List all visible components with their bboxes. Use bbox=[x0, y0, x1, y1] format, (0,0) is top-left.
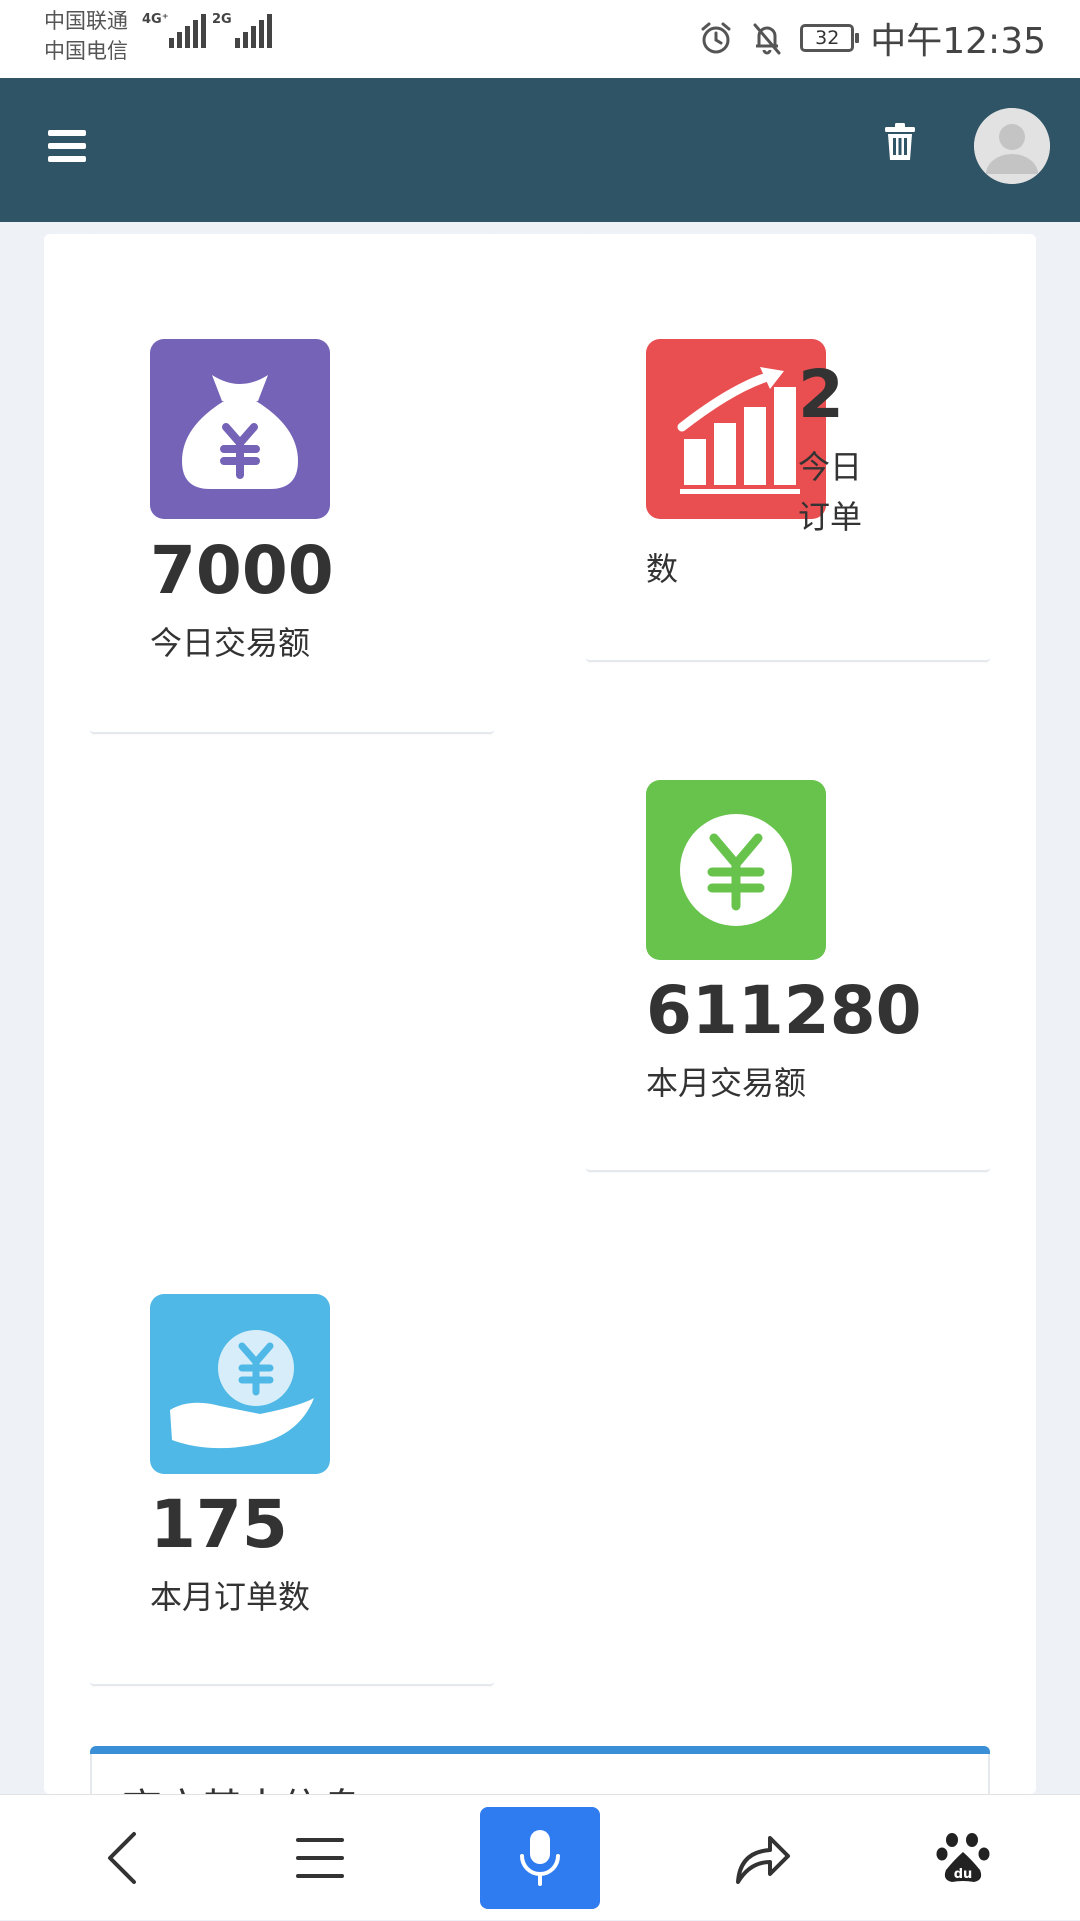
carrier-2: 中国电信 bbox=[44, 39, 128, 63]
app-header bbox=[0, 78, 1080, 222]
share-icon bbox=[736, 1836, 790, 1884]
stat-label-line-3: 数 bbox=[646, 550, 679, 588]
battery-icon: 32 bbox=[800, 24, 860, 52]
share-button[interactable] bbox=[702, 1795, 822, 1921]
money-bag-icon bbox=[150, 339, 330, 519]
stat-label-line-2: 订单 bbox=[798, 498, 863, 536]
baidu-paw-icon: du bbox=[936, 1833, 990, 1882]
stat-card-today-amount[interactable]: 7000 今日交易额 bbox=[90, 234, 494, 734]
back-icon bbox=[108, 1832, 136, 1884]
stat-card-today-orders[interactable]: 2 今日 订单 数 bbox=[586, 234, 990, 662]
stat-card-month-orders[interactable]: 175 本月订单数 bbox=[90, 1292, 494, 1686]
stat-card-month-amount[interactable]: 611280 本月交易额 bbox=[586, 778, 990, 1172]
yuan-coin-icon bbox=[646, 780, 826, 960]
signal-1-icon: 4G⁺ bbox=[142, 12, 206, 48]
hand-coin-icon bbox=[150, 1294, 330, 1474]
menu-lines-icon bbox=[296, 1838, 344, 1878]
baidu-button[interactable]: du bbox=[904, 1795, 1024, 1921]
menu-lines-button[interactable] bbox=[260, 1795, 380, 1921]
stat-label-line-1: 今日 bbox=[798, 448, 863, 486]
stat-value: 175 bbox=[150, 1486, 288, 1563]
notice-title: 商户基本信息 bbox=[122, 1776, 362, 1794]
stat-value: 7000 bbox=[150, 532, 334, 609]
alarm-icon bbox=[701, 22, 731, 54]
trash-button[interactable] bbox=[882, 122, 918, 166]
notice-section: 商户基本信息 bbox=[90, 1754, 990, 1794]
status-bar: 中国联通 中国电信 4G⁺ 2G 32 中午12:35 bbox=[0, 0, 1080, 78]
user-avatar[interactable] bbox=[974, 108, 1050, 184]
mute-bell-icon bbox=[753, 23, 781, 55]
bottom-nav: du bbox=[0, 1794, 1080, 1920]
menu-icon bbox=[48, 130, 86, 136]
stat-label: 今日交易额 bbox=[150, 624, 311, 662]
stat-value: 2 bbox=[798, 356, 844, 433]
stat-label: 本月交易额 bbox=[646, 1064, 807, 1102]
stat-value: 611280 bbox=[646, 972, 922, 1049]
svg-text:du: du bbox=[954, 1867, 973, 1882]
status-right: 32 中午12:35 bbox=[698, 12, 1046, 64]
back-button[interactable] bbox=[62, 1795, 182, 1921]
microphone-icon bbox=[520, 1830, 560, 1886]
trash-icon bbox=[885, 123, 915, 160]
carrier-names: 中国联通 中国电信 bbox=[44, 6, 128, 66]
stat-label: 本月订单数 bbox=[150, 1578, 311, 1616]
battery-level: 32 bbox=[815, 27, 840, 49]
dashboard-panel: 7000 今日交易额 2 今日 订单 数 611280 本月交易额 175 本月… bbox=[44, 234, 1036, 1794]
menu-button[interactable] bbox=[48, 130, 86, 166]
signal-2-icon: 2G bbox=[212, 12, 272, 48]
carrier-1: 中国联通 bbox=[44, 9, 128, 33]
voice-button[interactable] bbox=[480, 1807, 600, 1909]
clock: 中午12:35 bbox=[870, 21, 1046, 62]
user-avatar-icon bbox=[974, 108, 1050, 184]
